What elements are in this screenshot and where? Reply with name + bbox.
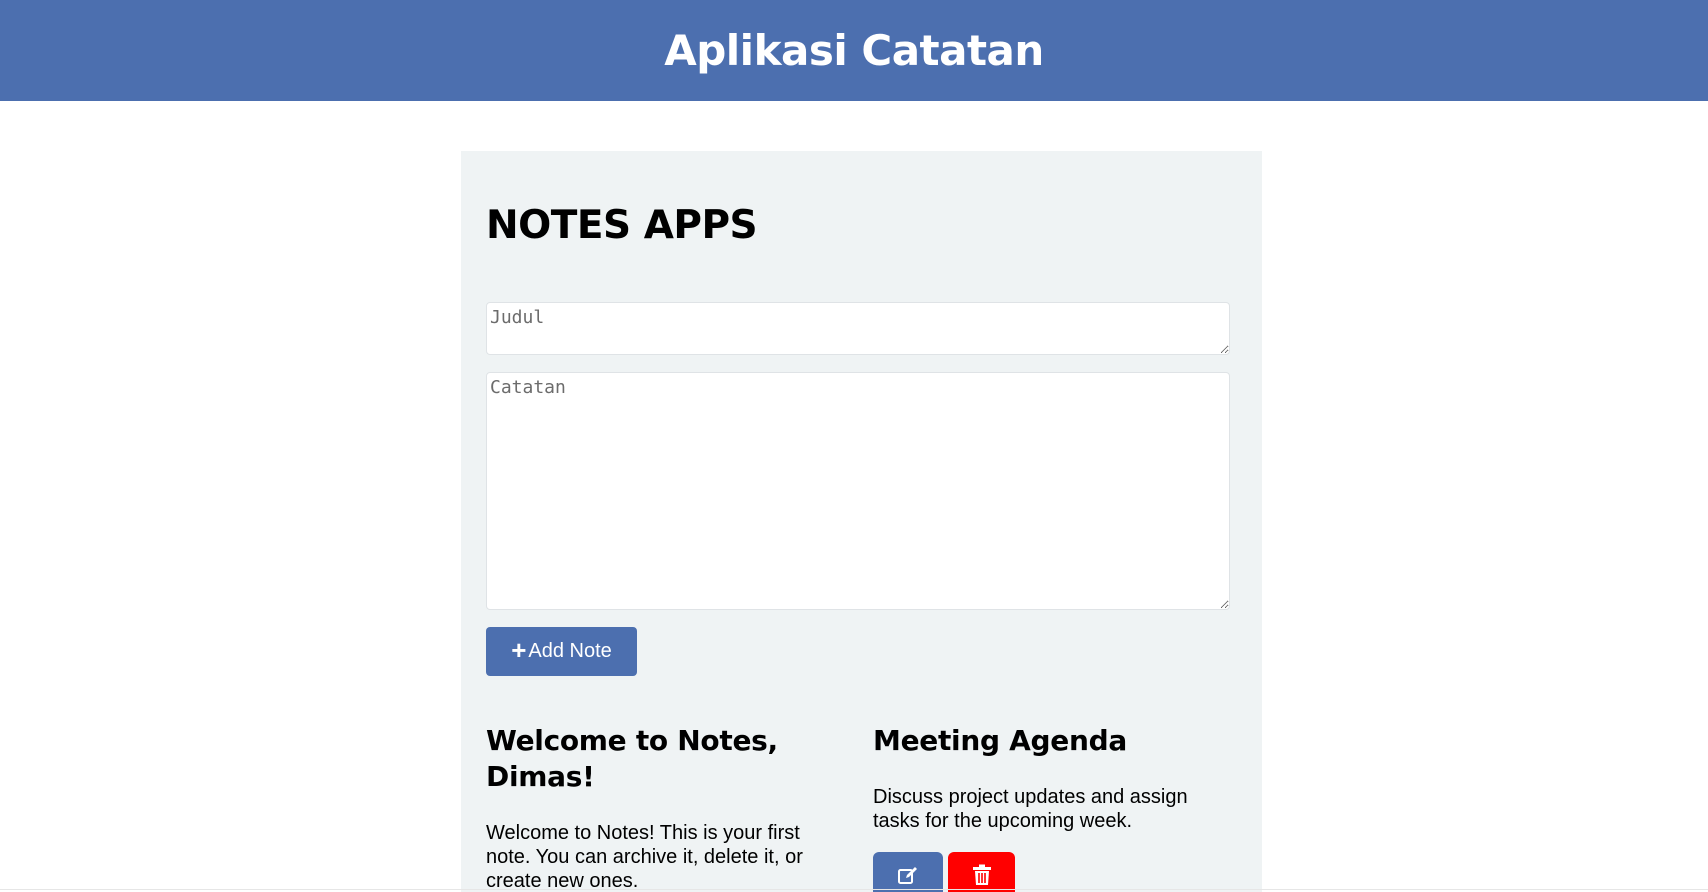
edit-note-button[interactable] [873, 852, 943, 892]
note-card: Meeting Agenda Discuss project updates a… [873, 723, 1233, 892]
add-note-button[interactable]: + Add Note [486, 627, 637, 676]
note-title: Welcome to Notes, Dimas! [486, 724, 778, 793]
note-title: Meeting Agenda [873, 724, 1127, 757]
note-body: Discuss project updates and assign tasks… [873, 786, 1188, 832]
divider [0, 889, 1708, 890]
note-card: Welcome to Notes, Dimas! Welcome to Note… [486, 723, 846, 892]
app-title: Aplikasi Catatan [664, 26, 1044, 75]
note-body-input[interactable] [486, 372, 1230, 610]
delete-note-button[interactable] [948, 852, 1015, 892]
note-title-input[interactable] [486, 302, 1230, 355]
add-note-label: Add Note [528, 640, 612, 662]
trash-icon [972, 864, 992, 889]
edit-icon [897, 865, 919, 888]
panel-title: NOTES APPS [486, 203, 758, 248]
notes-panel: NOTES APPS + Add Note Welcome to Notes, … [461, 151, 1262, 892]
note-actions [873, 852, 1233, 892]
plus-icon: + [511, 635, 527, 665]
app-header: Aplikasi Catatan [0, 0, 1708, 101]
note-body: Welcome to Notes! This is your first not… [486, 822, 803, 892]
